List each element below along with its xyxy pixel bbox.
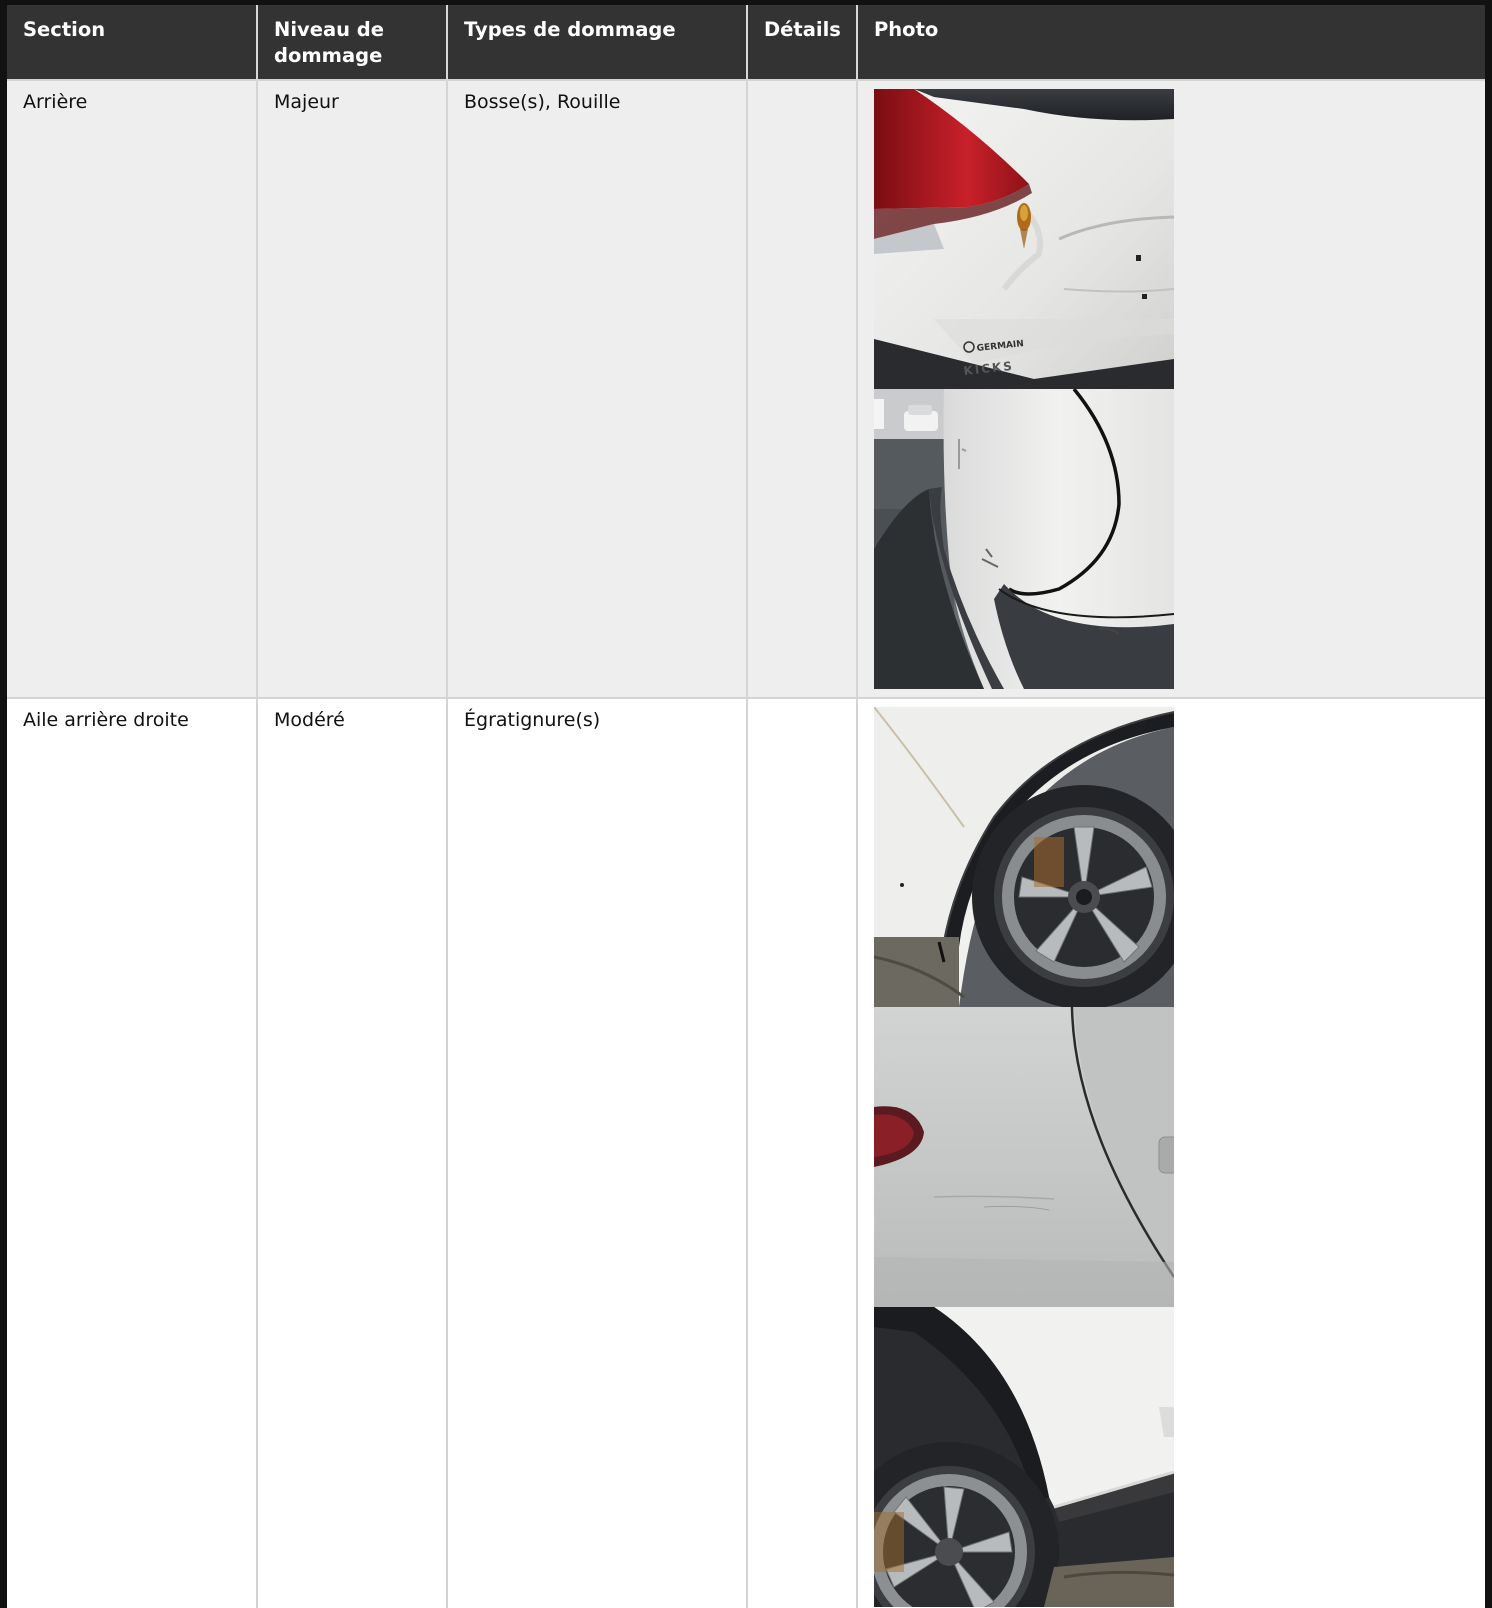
header-row: Section Niveau de dommage Types de domma… [7, 5, 1485, 80]
damage-photo-quarter-panel[interactable] [874, 1007, 1174, 1307]
cell-details [746, 79, 857, 698]
header-damage-level: Niveau de dommage [256, 5, 447, 80]
cell-details [746, 697, 857, 1608]
damage-photo-rear-corner[interactable] [874, 389, 1174, 689]
photo-stack: GERMAIN KICKS [874, 89, 1174, 689]
damage-photo-rear-hatch[interactable]: GERMAIN KICKS [874, 89, 1174, 389]
damage-table: Section Niveau de dommage Types de domma… [7, 5, 1485, 1608]
damage-photo-wheel-arch-low[interactable] [874, 1307, 1174, 1607]
damage-report-frame: Section Niveau de dommage Types de domma… [0, 0, 1492, 1608]
header-section: Section [7, 5, 257, 80]
photo-stack [874, 707, 1174, 1607]
cell-damage-level: Majeur [256, 79, 447, 698]
table-header: Section Niveau de dommage Types de domma… [7, 5, 1485, 80]
header-details: Détails [746, 5, 857, 80]
table-body: Arrière Majeur Bosse(s), Rouille GERMAIN… [7, 79, 1485, 1608]
table-row: Aile arrière droite Modéré Égratignure(s… [7, 697, 1485, 1608]
cell-damage-types: Bosse(s), Rouille [446, 79, 747, 698]
cell-photos [856, 697, 1485, 1608]
cell-damage-types: Égratignure(s) [446, 697, 747, 1608]
cell-photos: GERMAIN KICKS [856, 79, 1485, 698]
cell-damage-level: Modéré [256, 697, 447, 1608]
cell-section: Arrière [7, 79, 257, 698]
cell-section: Aile arrière droite [7, 697, 257, 1608]
damage-photo-rear-wheel-arch[interactable] [874, 707, 1174, 1007]
header-photo: Photo [856, 5, 1485, 80]
header-damage-types: Types de dommage [446, 5, 747, 80]
table-row: Arrière Majeur Bosse(s), Rouille GERMAIN… [7, 79, 1485, 698]
